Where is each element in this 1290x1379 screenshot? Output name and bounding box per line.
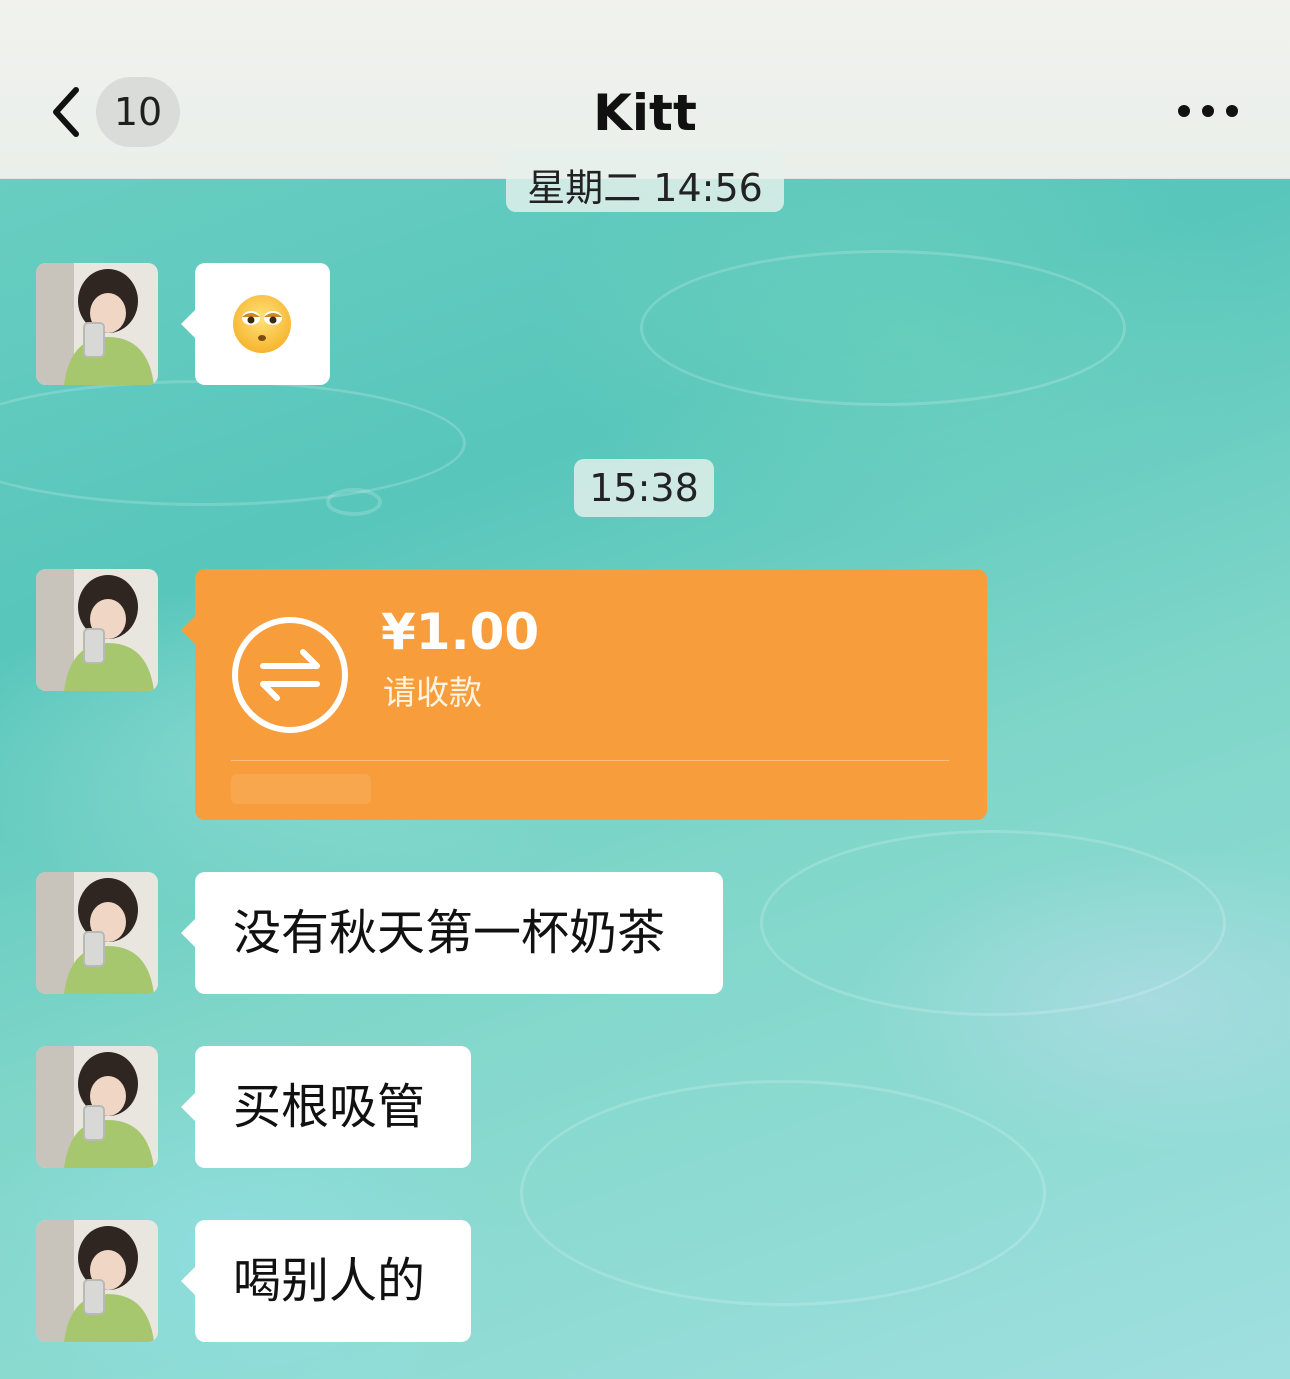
message-bubble-emoji[interactable] [181, 263, 330, 385]
avatar[interactable] [36, 1046, 158, 1168]
transfer-message-card[interactable]: ¥1.00 请收款 [181, 569, 987, 820]
message-text: 喝别人的 [233, 1253, 426, 1309]
more-horizontal-icon[interactable] [1170, 88, 1246, 134]
avatar[interactable] [36, 263, 158, 385]
timestamp-divider: 15:38 [574, 459, 714, 517]
transfer-amount: ¥1.00 [381, 603, 540, 661]
water-ripple-decoration [0, 380, 466, 506]
water-ripple-decoration [760, 830, 1226, 1016]
divider [231, 760, 949, 761]
transfer-status: 请收款 [383, 673, 482, 712]
transfer-arrows-icon [232, 617, 348, 733]
water-droplet-decoration [326, 488, 382, 516]
rolling-eyes-emoji-icon [233, 295, 291, 353]
water-ripple-decoration [520, 1080, 1046, 1306]
avatar[interactable] [36, 1220, 158, 1342]
message-bubble[interactable]: 没有秋天第一杯奶茶 [181, 872, 723, 994]
avatar[interactable] [36, 569, 158, 691]
chat-title: Kitt [593, 84, 697, 142]
avatar[interactable] [36, 872, 158, 994]
water-ripple-decoration [640, 250, 1126, 406]
timestamp-divider: 星期二 14:56 [506, 150, 784, 212]
message-text: 买根吸管 [233, 1079, 426, 1135]
transfer-footer-label [231, 774, 371, 804]
message-bubble[interactable]: 喝别人的 [181, 1220, 471, 1342]
message-text: 没有秋天第一杯奶茶 [233, 905, 666, 961]
message-bubble[interactable]: 买根吸管 [181, 1046, 471, 1168]
